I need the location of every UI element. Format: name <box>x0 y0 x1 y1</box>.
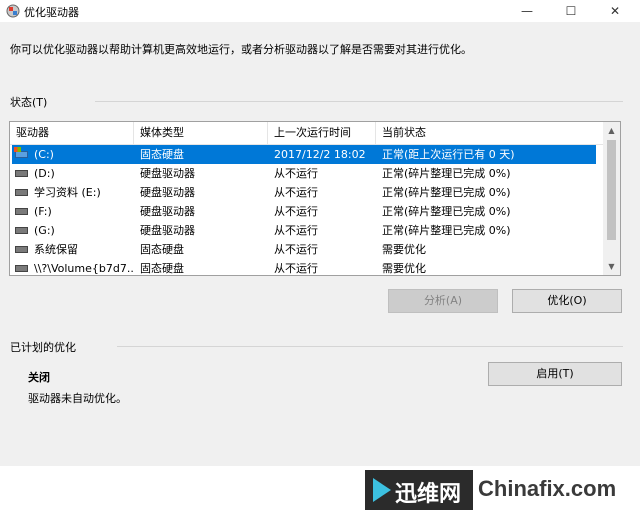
close-button[interactable]: ✕ <box>592 0 638 22</box>
cell-current-status: 正常(碎片整理已完成 0%) <box>382 167 511 180</box>
status-section-label: 状态(T) <box>10 96 48 109</box>
cell-media-type: 硬盘驱动器 <box>140 224 195 237</box>
hard-drive-icon <box>15 189 28 196</box>
cell-current-status: 正常(碎片整理已完成 0%) <box>382 224 511 237</box>
schedule-section-label: 已计划的优化 <box>10 341 76 354</box>
status-divider <box>95 101 623 102</box>
watermark-cn-text: 迅维网 <box>395 482 462 507</box>
analyze-button[interactable]: 分析(A) <box>388 289 498 313</box>
cell-current-status: 需要优化 <box>382 243 426 256</box>
cell-drive: (D:) <box>34 167 55 180</box>
drive-list-header: 驱动器 媒体类型 上一次运行时间 当前状态 <box>10 122 606 145</box>
cell-last-run: 2017/12/2 18:02 <box>274 148 366 161</box>
cell-drive: \\?\Volume{b7d7... <box>34 262 134 275</box>
schedule-description: 驱动器未自动优化。 <box>28 392 127 405</box>
scroll-up-icon[interactable]: ▲ <box>603 122 620 139</box>
defrag-app-icon <box>6 4 20 18</box>
cell-last-run: 从不运行 <box>274 205 318 218</box>
drive-row[interactable]: 学习资料 (E:) 硬盘驱动器 从不运行 正常(碎片整理已完成 0%) <box>12 183 596 202</box>
drive-row[interactable]: (C:) 固态硬盘 2017/12/2 18:02 正常(距上次运行已有 0 天) <box>12 145 596 164</box>
cell-last-run: 从不运行 <box>274 224 318 237</box>
drive-row[interactable]: (D:) 硬盘驱动器 从不运行 正常(碎片整理已完成 0%) <box>12 164 596 183</box>
drive-row[interactable]: (F:) 硬盘驱动器 从不运行 正常(碎片整理已完成 0%) <box>12 202 596 221</box>
window-title: 优化驱动器 <box>24 6 79 19</box>
schedule-divider <box>117 346 623 347</box>
cell-drive: 学习资料 (E:) <box>34 186 101 199</box>
column-header-drive[interactable]: 驱动器 <box>10 122 134 144</box>
cell-media-type: 固态硬盘 <box>140 262 184 275</box>
watermark-en-text: Chinafix.com <box>478 476 617 501</box>
schedule-state: 关闭 <box>28 371 50 384</box>
optimize-button[interactable]: 优化(O) <box>512 289 622 313</box>
cell-last-run: 从不运行 <box>274 262 318 275</box>
cell-current-status: 正常(碎片整理已完成 0%) <box>382 205 511 218</box>
cell-current-status: 正常(距上次运行已有 0 天) <box>382 148 515 161</box>
scroll-down-icon[interactable]: ▼ <box>603 258 620 275</box>
cell-drive: (F:) <box>34 205 52 218</box>
title-bar: 优化驱动器 — ☐ ✕ <box>0 0 640 22</box>
cell-drive: 系统保留 <box>34 243 78 256</box>
cell-last-run: 从不运行 <box>274 167 318 180</box>
hard-drive-icon <box>15 246 28 253</box>
maximize-button[interactable]: ☐ <box>548 0 594 22</box>
cell-last-run: 从不运行 <box>274 186 318 199</box>
watermark-logo: 迅维网 <box>365 470 473 510</box>
drive-row[interactable]: (G:) 硬盘驱动器 从不运行 正常(碎片整理已完成 0%) <box>12 221 596 240</box>
cell-media-type: 硬盘驱动器 <box>140 186 195 199</box>
column-header-last-run[interactable]: 上一次运行时间 <box>268 122 376 144</box>
cell-media-type: 硬盘驱动器 <box>140 167 195 180</box>
column-header-current-status[interactable]: 当前状态 <box>376 122 606 144</box>
drive-row[interactable]: \\?\Volume{b7d7... 固态硬盘 从不运行 需要优化 <box>12 259 596 275</box>
scrollbar-thumb[interactable] <box>607 140 616 240</box>
hard-drive-icon <box>15 208 28 215</box>
drive-list[interactable]: 驱动器 媒体类型 上一次运行时间 当前状态 (C:) 固态硬盘 2017/12/2 … <box>9 121 621 276</box>
system-drive-icon <box>14 147 28 158</box>
cell-media-type: 硬盘驱动器 <box>140 205 195 218</box>
cell-drive: (G:) <box>34 224 55 237</box>
hard-drive-icon <box>15 170 28 177</box>
cell-media-type: 固态硬盘 <box>140 148 184 161</box>
drive-row[interactable]: 系统保留 固态硬盘 从不运行 需要优化 <box>12 240 596 259</box>
minimize-button[interactable]: — <box>504 0 550 22</box>
hard-drive-icon <box>15 265 28 272</box>
watermark-arrow-icon <box>373 478 391 502</box>
drive-list-scrollbar[interactable]: ▲ ▼ <box>603 122 620 275</box>
cell-drive: (C:) <box>34 148 54 161</box>
column-header-media-type[interactable]: 媒体类型 <box>134 122 268 144</box>
intro-text: 你可以优化驱动器以帮助计算机更高效地运行，或者分析驱动器以了解是否需要对其进行优… <box>10 43 472 56</box>
hard-drive-icon <box>15 227 28 234</box>
enable-button[interactable]: 启用(T) <box>488 362 622 386</box>
cell-last-run: 从不运行 <box>274 243 318 256</box>
cell-media-type: 固态硬盘 <box>140 243 184 256</box>
cell-current-status: 正常(碎片整理已完成 0%) <box>382 186 511 199</box>
cell-current-status: 需要优化 <box>382 262 426 275</box>
